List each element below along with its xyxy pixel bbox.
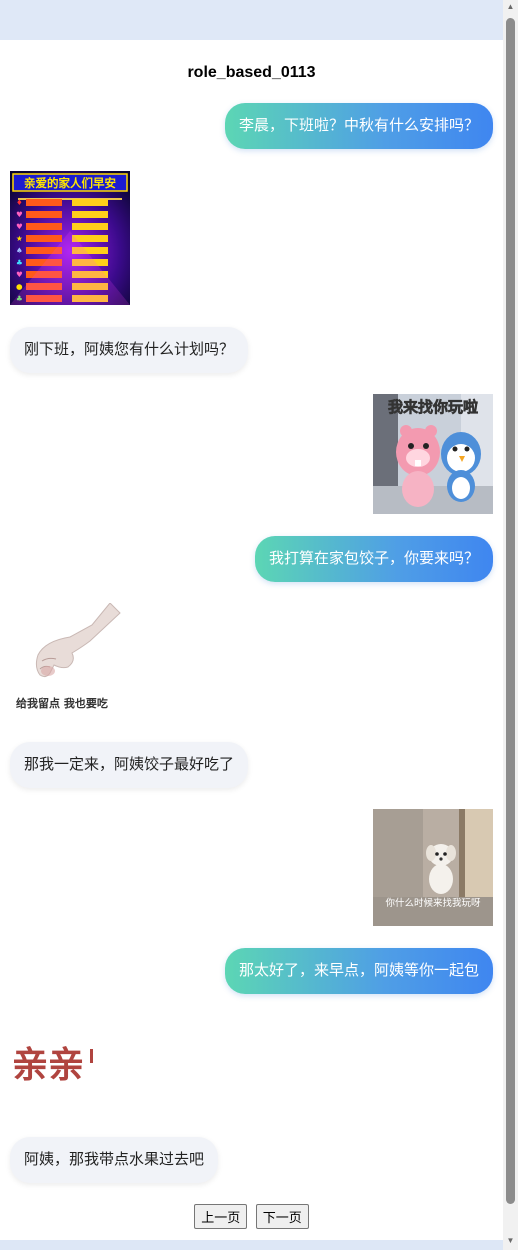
sticker-title: 亲爱的家人们早安 bbox=[24, 176, 116, 190]
pagination: 上一页 下一页 bbox=[0, 1204, 503, 1229]
glove-hand-sticker: 给我留点 我也要吃 bbox=[10, 603, 130, 713]
sticker-caption: 你什么时候来找我玩呀 bbox=[385, 897, 481, 909]
svg-text:♣: ♣ bbox=[16, 258, 23, 267]
scroll-down-arrow-icon[interactable]: ▼ bbox=[505, 1236, 516, 1246]
sticker-caption: 给我留点 我也要吃 bbox=[16, 696, 108, 710]
window-bottom-band bbox=[0, 1240, 503, 1250]
scroll-up-arrow-icon[interactable]: ▲ bbox=[505, 2, 516, 12]
next-page-button[interactable]: 下一页 bbox=[255, 1204, 309, 1229]
bot-message: 那我一定来，阿姨饺子最好吃了 bbox=[10, 742, 249, 788]
good-morning-sticker: 亲爱的家人们早安 ♦ ♥ ♥ ★ ♠ ♣ ♥ ● ♣ bbox=[10, 171, 130, 305]
window-top-band bbox=[0, 0, 518, 40]
sticker-text: 亲亲 bbox=[12, 1044, 84, 1086]
puppy-door-sticker: 你什么时候来找我玩呀 bbox=[373, 809, 493, 926]
user-message: 我打算在家包饺子，你要来吗？ bbox=[254, 536, 493, 582]
kiss-text-sticker: 亲亲 bbox=[10, 1015, 100, 1095]
page-title: role_based_0113 bbox=[187, 64, 316, 81]
svg-text:♥: ♥ bbox=[16, 210, 23, 219]
bot-message: 阿姨，那我带点水果过去吧 bbox=[10, 1137, 219, 1183]
prev-page-button[interactable]: 上一页 bbox=[194, 1204, 248, 1229]
chat-page: role_based_0113 李晨，下班啦？中秋有什么安排吗？ 亲爱的家人们早… bbox=[0, 40, 503, 1240]
sticker-caption: 我来找你玩啦 bbox=[388, 398, 478, 416]
scrollbar-thumb[interactable] bbox=[506, 18, 515, 1204]
svg-text:♠: ♠ bbox=[16, 246, 23, 255]
svg-text:♥: ♥ bbox=[16, 270, 23, 279]
svg-text:★: ★ bbox=[16, 234, 23, 243]
user-message: 李晨，下班啦？中秋有什么安排吗？ bbox=[224, 103, 493, 149]
svg-text:♥: ♥ bbox=[16, 222, 23, 231]
svg-text:♦: ♦ bbox=[16, 198, 23, 207]
user-message: 那太好了，来早点，阿姨等你一起包 bbox=[224, 948, 493, 994]
come-play-sticker: 我来找你玩啦 bbox=[373, 394, 493, 514]
svg-text:●: ● bbox=[16, 282, 23, 291]
bot-message: 刚下班，阿姨您有什么计划吗？ bbox=[10, 327, 249, 373]
